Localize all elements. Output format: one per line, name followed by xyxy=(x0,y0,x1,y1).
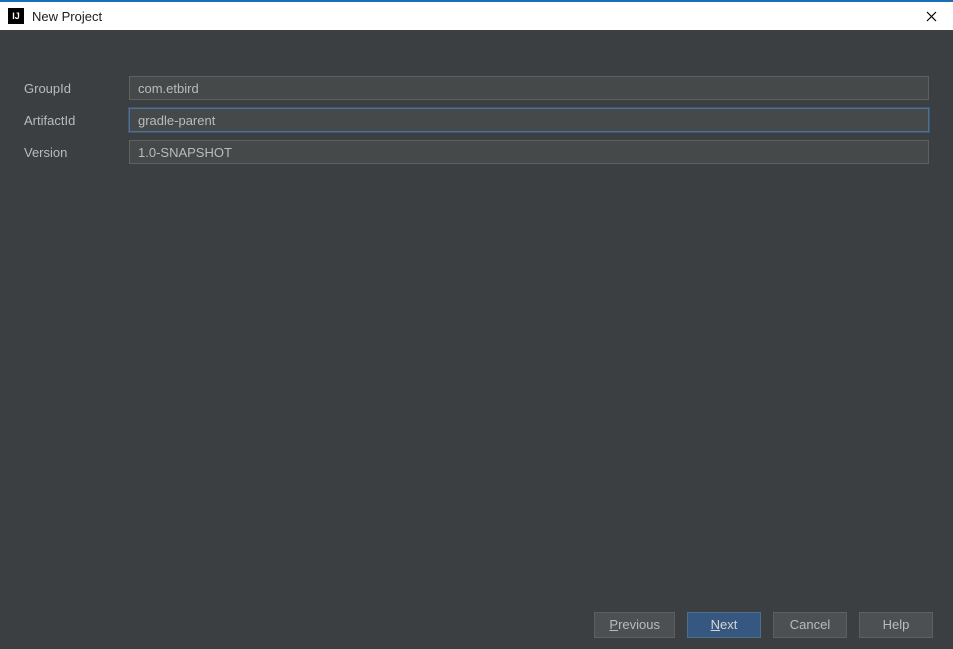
app-icon: IJ xyxy=(8,8,24,24)
groupid-label: GroupId xyxy=(24,81,129,96)
version-label: Version xyxy=(24,145,129,160)
window-title: New Project xyxy=(32,9,102,24)
previous-button[interactable]: Previous xyxy=(594,612,675,638)
groupid-row: GroupId xyxy=(24,76,929,100)
help-button[interactable]: Help xyxy=(859,612,933,638)
dialog-content: GroupId ArtifactId Version Previous Next… xyxy=(0,30,953,649)
previous-rest: revious xyxy=(618,617,660,632)
previous-mnemonic: P xyxy=(609,617,618,632)
cancel-button[interactable]: Cancel xyxy=(773,612,847,638)
next-mnemonic: N xyxy=(711,617,720,632)
next-button[interactable]: Next xyxy=(687,612,761,638)
button-bar: Previous Next Cancel Help xyxy=(0,599,953,649)
next-rest: ext xyxy=(720,617,737,632)
groupid-input[interactable] xyxy=(129,76,929,100)
titlebar: IJ New Project xyxy=(0,0,953,30)
close-icon[interactable] xyxy=(911,2,951,30)
artifactid-input[interactable] xyxy=(129,108,929,132)
version-row: Version xyxy=(24,140,929,164)
artifactid-row: ArtifactId xyxy=(24,108,929,132)
version-input[interactable] xyxy=(129,140,929,164)
form-area: GroupId ArtifactId Version xyxy=(0,30,953,599)
artifactid-label: ArtifactId xyxy=(24,113,129,128)
